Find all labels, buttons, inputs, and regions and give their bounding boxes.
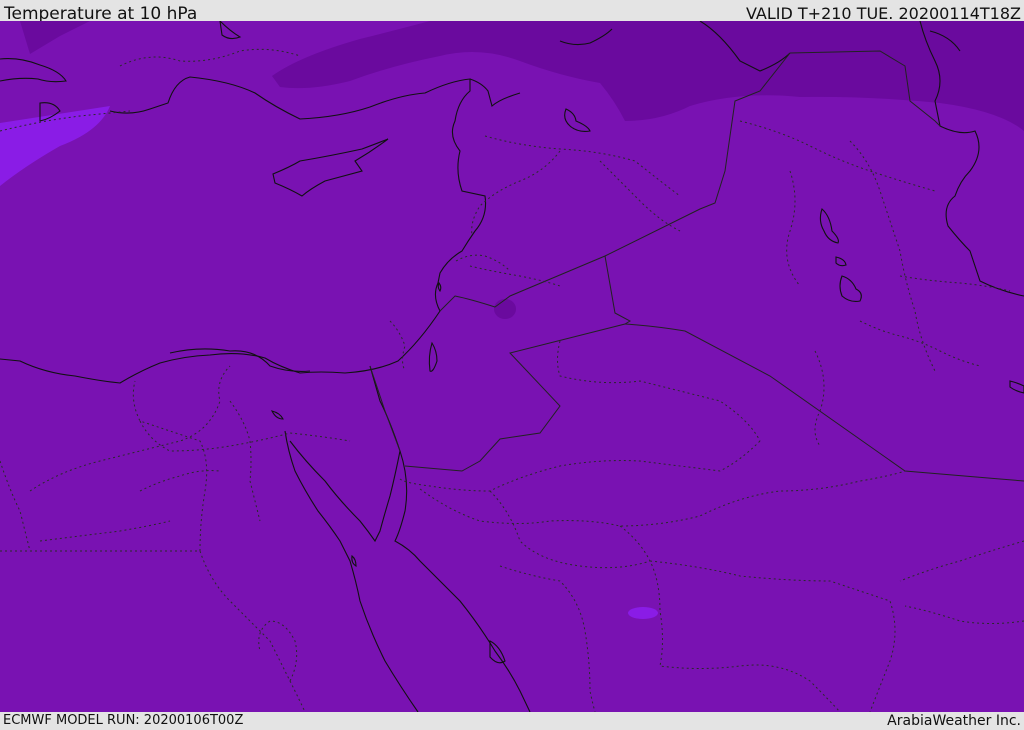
temperature-field xyxy=(0,21,1024,712)
map-header: Temperature at 10 hPa VALID T+210 TUE. 2… xyxy=(0,0,1024,24)
model-run: ECMWF MODEL RUN: 20200106T00Z xyxy=(3,713,244,728)
map-footer: ECMWF MODEL RUN: 20200106T00Z ArabiaWeat… xyxy=(0,712,1024,729)
cool-spot xyxy=(494,299,516,319)
credit: ArabiaWeather Inc. xyxy=(887,713,1021,729)
map-panel xyxy=(0,21,1024,712)
map-canvas xyxy=(0,21,1024,712)
warm-patch-south xyxy=(628,607,658,619)
